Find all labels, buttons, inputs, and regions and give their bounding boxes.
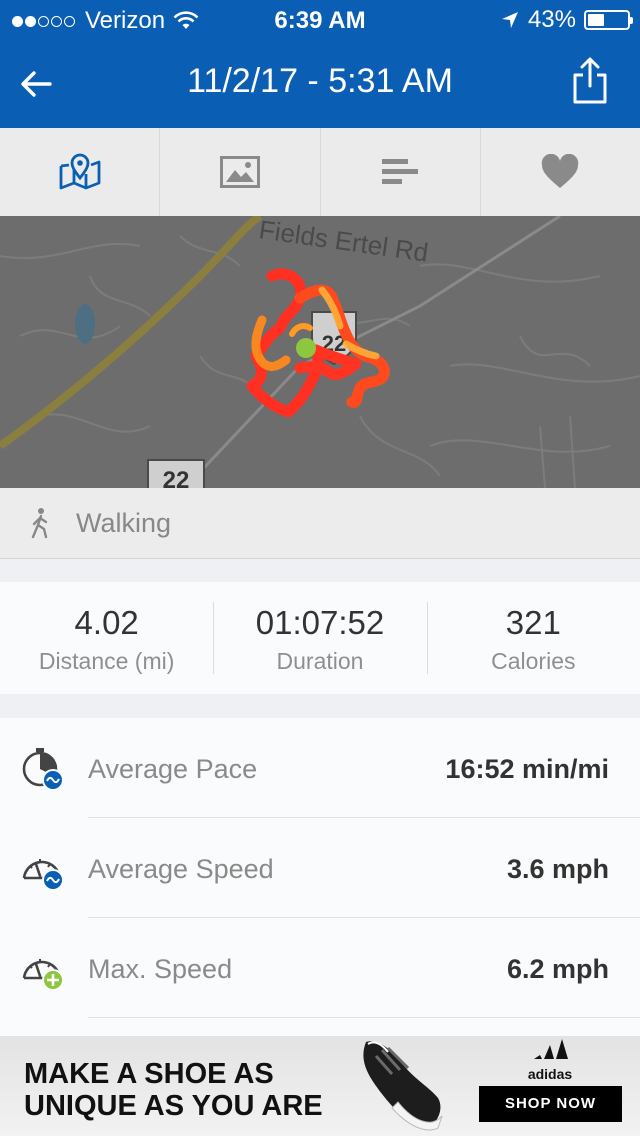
- pace-icon: [22, 748, 64, 791]
- location-arrow-icon: [501, 12, 518, 28]
- stat-value: 01:07:52: [255, 604, 385, 641]
- battery-percent: 43%: [527, 6, 576, 33]
- start-marker-icon: [296, 338, 316, 358]
- metric-value: 16:52 min/mi: [445, 754, 609, 784]
- activity-type-row: Walking: [0, 488, 640, 559]
- ad-banner[interactable]: MAKE A SHOE AS UNIQUE AS YOU ARE adidas …: [0, 1036, 640, 1136]
- avg-speed-icon: [22, 859, 64, 891]
- stat-value: 321: [505, 604, 561, 641]
- tab-bar: [0, 128, 640, 217]
- route-shield-2-icon: 22: [147, 459, 205, 488]
- share-icon[interactable]: [570, 56, 610, 106]
- metric-value: 6.2 mph: [506, 954, 609, 984]
- metric-label: Max. Speed: [88, 954, 233, 984]
- max-speed-icon: [22, 959, 64, 991]
- status-right: 43%: [500, 6, 633, 34]
- summary-stats: 4.02 Distance (mi) 01:07:52 Duration 321…: [0, 582, 640, 694]
- stat-distance: 4.02 Distance (mi): [0, 582, 213, 694]
- photo-icon: [219, 156, 260, 188]
- page-title: 11/2/17 - 5:31 AM: [187, 62, 453, 100]
- tab-splits[interactable]: [321, 128, 481, 216]
- stat-value: 4.02: [74, 604, 139, 641]
- shoe-image: [363, 1041, 443, 1131]
- nav-header: 11/2/17 - 5:31 AM: [0, 40, 640, 128]
- tab-photos[interactable]: [160, 128, 321, 216]
- battery-icon: [584, 10, 633, 30]
- activity-label: Walking: [76, 507, 172, 538]
- svg-text:22: 22: [163, 467, 190, 488]
- stat-duration: 01:07:52 Duration: [213, 582, 426, 694]
- status-bar: Verizon 6:39 AM 43%: [0, 0, 640, 40]
- metric-label: Average Pace: [88, 754, 258, 784]
- adidas-logo-icon: [534, 1039, 568, 1059]
- bars-icon: [382, 159, 419, 184]
- map-icon: [59, 153, 101, 190]
- tab-map[interactable]: [0, 128, 161, 216]
- ad-headline: MAKE A SHOE AS UNIQUE AS YOU ARE: [24, 1058, 323, 1122]
- stat-label: Calories: [491, 648, 576, 674]
- metrics-list: Average Pace 16:52 min/mi Average Speed …: [0, 718, 640, 1036]
- metric-value: 3.6 mph: [506, 854, 609, 884]
- stat-calories: 321 Calories: [426, 582, 640, 694]
- metric-average-pace: Average Pace 16:52 min/mi: [0, 718, 640, 818]
- brand-logo: adidas: [512, 1037, 588, 1082]
- tab-likes[interactable]: [481, 128, 640, 216]
- metric-average-speed: Average Speed 3.6 mph: [0, 818, 640, 918]
- metric-max-speed: Max. Speed 6.2 mph: [0, 918, 640, 1018]
- metric-label: Average Speed: [88, 854, 274, 884]
- walking-icon: [31, 508, 48, 539]
- route-map[interactable]: Fields Ertel Rd 22 22: [0, 216, 640, 488]
- heart-icon: [542, 154, 579, 188]
- stat-label: Distance (mi): [38, 648, 175, 674]
- stat-label: Duration: [276, 648, 364, 674]
- map-canvas: Fields Ertel Rd 22 22: [0, 216, 640, 488]
- shop-now-button[interactable]: SHOP NOW: [479, 1086, 622, 1122]
